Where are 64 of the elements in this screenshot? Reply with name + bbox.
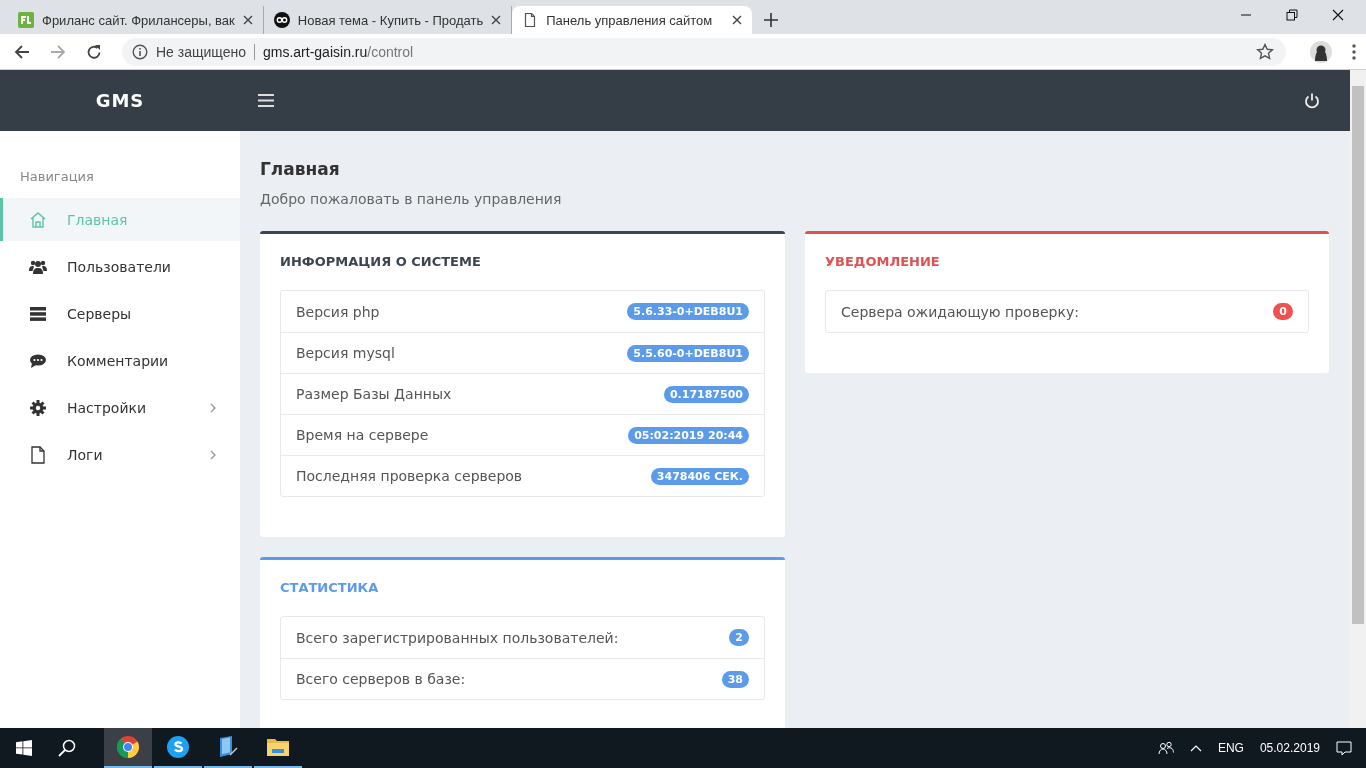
people-icon[interactable] <box>1157 741 1174 755</box>
cs-logo-icon <box>273 12 290 28</box>
row-label: Всего зарегистрированных пользователей: <box>296 629 619 646</box>
value-badge: 0.17187500 <box>663 385 749 403</box>
notification-icon[interactable] <box>1336 740 1352 756</box>
brand-logo: GMS <box>95 90 145 111</box>
value-badge: 0 <box>1273 303 1293 320</box>
more-icon[interactable] <box>1352 43 1356 60</box>
close-icon[interactable] <box>491 15 502 25</box>
server-list-icon <box>29 304 47 323</box>
home-icon <box>29 210 47 229</box>
close-icon[interactable] <box>1332 9 1344 21</box>
browser-tab[interactable]: Панель управления сайтом <box>512 6 753 34</box>
page-subtitle: Добро пожаловать в панель управления <box>260 191 563 207</box>
row-label: Версия mysql <box>296 345 395 361</box>
back-icon[interactable] <box>14 43 30 60</box>
settings-icon <box>29 398 47 417</box>
row-label: Размер Базы Данных <box>296 386 452 402</box>
nav-item[interactable]: Комментарии <box>0 339 240 382</box>
windows-start-icon[interactable] <box>16 740 32 756</box>
clock-date[interactable]: 05.02.2019 <box>1259 741 1320 755</box>
document-icon <box>29 445 47 464</box>
close-icon[interactable] <box>242 15 253 25</box>
skype-icon <box>166 735 190 759</box>
chrome-icon <box>116 735 140 759</box>
card-title: УВЕДОМЛЕНИЕ <box>825 254 941 269</box>
new-tab-icon[interactable] <box>764 13 779 27</box>
menu-icon[interactable] <box>258 94 274 107</box>
star-icon[interactable] <box>1256 42 1274 61</box>
row-label: Всего серверов в базе: <box>296 671 466 687</box>
nav-heading: Навигация <box>19 169 95 186</box>
value-badge: 05:02:2019 20:44 <box>628 426 749 444</box>
restore-icon[interactable] <box>1286 9 1298 21</box>
row-label: Сервера ожидающую проверку: <box>841 303 1079 320</box>
row-label: Время на сервере <box>296 427 429 443</box>
card-title: СТАТИСТИКА <box>280 580 380 595</box>
close-icon[interactable] <box>732 15 743 25</box>
avatar-icon[interactable] <box>1310 40 1332 63</box>
nav-item[interactable]: Настройки <box>0 386 240 429</box>
address-bar[interactable]: Не защищено gms.art-gaisin.ru/control <box>122 37 1286 66</box>
power-icon[interactable] <box>1304 92 1320 109</box>
card-title: ИНФОРМАЦИЯ О СИСТЕМЕ <box>280 254 482 269</box>
security-label: Не защищено <box>156 43 246 60</box>
row-label: Версия php <box>296 303 380 320</box>
search-icon[interactable] <box>58 739 76 757</box>
fl-logo-icon <box>18 12 34 28</box>
scroll-thumb[interactable] <box>1352 86 1364 624</box>
info-icon <box>132 43 148 60</box>
value-badge: 5.5.60-0+DEB8U1 <box>627 344 749 362</box>
row-label: Последняя проверка серверов <box>296 468 523 484</box>
taskbar-app[interactable] <box>104 728 152 768</box>
value-badge: 2 <box>729 629 749 646</box>
value-badge: 5.6.33-0+DEB8U1 <box>627 303 749 320</box>
nav-item[interactable]: Серверы <box>0 292 240 335</box>
nav-item[interactable]: Пользователи <box>0 245 240 288</box>
url-text: gms.art-gaisin.ru/control <box>263 43 414 60</box>
reload-icon[interactable] <box>86 43 102 60</box>
language-indicator[interactable]: ENG <box>1217 741 1244 755</box>
page-title: Главная <box>260 159 341 179</box>
value-badge: 3478406 СЕК. <box>650 467 749 485</box>
value-badge: 38 <box>721 670 749 688</box>
scrollbar[interactable] <box>1350 70 1366 728</box>
nav-item[interactable]: Логи <box>0 433 240 476</box>
caret-up-icon[interactable] <box>1189 744 1202 752</box>
